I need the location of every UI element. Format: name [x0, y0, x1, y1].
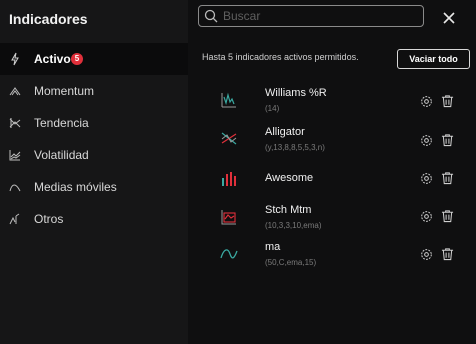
- sidebar-item-label: Medias móviles: [34, 180, 117, 194]
- sidebar-item-activo[interactable]: Activo 5: [0, 43, 188, 75]
- indicator-name: Stch Mtm: [265, 204, 312, 216]
- indicator-row-awesome[interactable]: Awesome: [188, 160, 476, 196]
- sidebar-item-label: Activo: [34, 52, 71, 66]
- close-icon[interactable]: [442, 11, 456, 25]
- gear-icon[interactable]: [420, 172, 433, 185]
- trash-icon[interactable]: [441, 171, 454, 185]
- gear-icon[interactable]: [420, 134, 433, 147]
- sidebar-item-medias-moviles[interactable]: Medias móviles: [0, 171, 188, 203]
- williams-r-icon: [221, 92, 236, 108]
- indicator-name: ma: [265, 241, 281, 253]
- category-nav: Activo 5 Momentum Tendencia Volatilidad …: [0, 43, 188, 235]
- clear-all-button[interactable]: Vaciar todo: [397, 49, 470, 69]
- trash-icon[interactable]: [441, 94, 454, 108]
- active-count-badge: 5: [71, 53, 83, 65]
- search-icon: [204, 9, 218, 23]
- indicator-name: Williams %R: [265, 87, 327, 99]
- sidebar-item-label: Volatilidad: [34, 148, 89, 162]
- gear-icon[interactable]: [420, 210, 433, 223]
- awesome-oscillator-icon: [222, 172, 236, 186]
- sidebar-item-label: Momentum: [34, 84, 95, 98]
- indicator-params: (10,3,3,10,ema): [265, 221, 322, 230]
- indicator-row-alligator[interactable]: Alligator (y,13,8,8,5,5,3,n): [188, 123, 476, 159]
- trend-icon: [9, 118, 21, 128]
- indicator-row-stch-mtm[interactable]: Stch Mtm (10,3,3,10,ema): [188, 201, 476, 237]
- sidebar-item-label: Otros: [34, 212, 64, 226]
- gear-icon[interactable]: [420, 248, 433, 261]
- indicator-params: (y,13,8,8,5,5,3,n): [265, 143, 325, 152]
- trash-icon[interactable]: [441, 209, 454, 223]
- sidebar-item-momentum[interactable]: Momentum: [0, 75, 188, 107]
- indicator-name: Awesome: [265, 172, 314, 184]
- search-box[interactable]: [198, 5, 424, 27]
- sidebar-item-label: Tendencia: [34, 116, 89, 130]
- sidebar-item-tendencia[interactable]: Tendencia: [0, 107, 188, 139]
- alligator-icon: [221, 132, 237, 145]
- sidebar-item-volatilidad[interactable]: Volatilidad: [0, 139, 188, 171]
- moving-average-icon: [220, 249, 238, 259]
- moving-average-icon: [9, 184, 21, 192]
- indicator-row-williams-r[interactable]: Williams %R (14): [188, 84, 476, 120]
- trash-icon[interactable]: [441, 133, 454, 147]
- momentum-icon: [9, 87, 21, 96]
- indicator-name: Alligator: [265, 126, 305, 138]
- lightning-icon: [11, 52, 19, 66]
- volatility-icon: [9, 150, 21, 161]
- indicator-params: (50,C,ema,15): [265, 258, 317, 267]
- active-limit-text: Hasta 5 indicadores activos permitidos.: [202, 52, 359, 62]
- search-input[interactable]: [223, 8, 413, 24]
- gear-icon[interactable]: [420, 95, 433, 108]
- panel-title: Indicadores: [9, 11, 88, 27]
- stochastic-momentum-icon: [221, 210, 236, 225]
- indicator-row-ma[interactable]: ma (50,C,ema,15): [188, 238, 476, 274]
- indicator-params: (14): [265, 104, 280, 113]
- trash-icon[interactable]: [441, 247, 454, 261]
- sidebar: Indicadores Activo 5 Momentum Tendencia …: [0, 0, 188, 344]
- sidebar-item-otros[interactable]: Otros: [0, 203, 188, 235]
- others-icon: [9, 213, 20, 225]
- indicator-list-panel: Hasta 5 indicadores activos permitidos. …: [188, 0, 476, 344]
